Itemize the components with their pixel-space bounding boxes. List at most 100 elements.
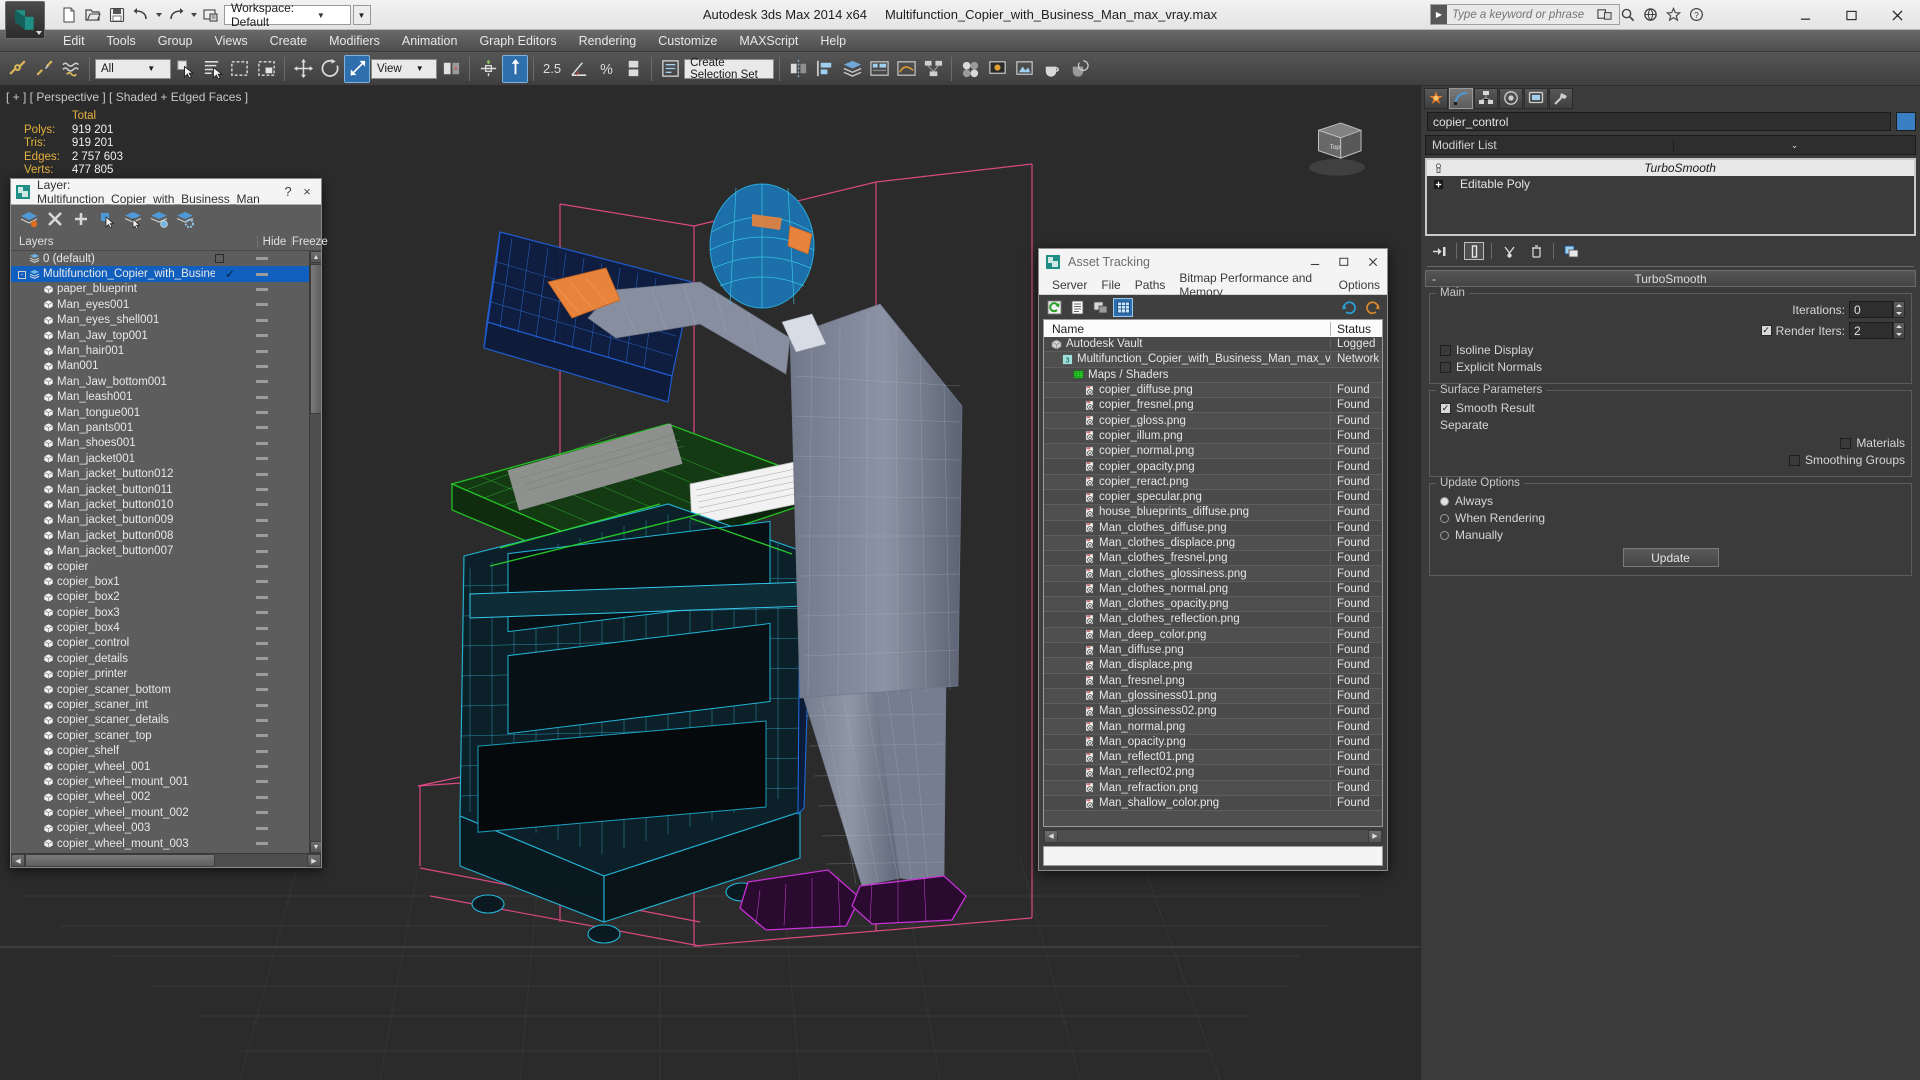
layer-properties-button[interactable]: [175, 209, 195, 229]
layer-hide-cell[interactable]: [245, 611, 279, 615]
maximize-button[interactable]: [1828, 0, 1874, 30]
layer-hide-cell[interactable]: [245, 503, 279, 507]
hscroll-track[interactable]: [1058, 830, 1368, 843]
layer-manager-button[interactable]: [839, 55, 865, 83]
communication-center-icon[interactable]: [1595, 5, 1613, 23]
asset-row[interactable]: Man_clothes_displace.png Found: [1044, 535, 1382, 552]
layer-row[interactable]: Man_hair001: [11, 343, 309, 358]
menu-item-modifiers[interactable]: Modifiers: [318, 30, 391, 52]
select-and-move-button[interactable]: [290, 55, 316, 83]
menu-item-help[interactable]: Help: [809, 30, 857, 52]
asset-row[interactable]: 3 Multifunction_Copier_with_Business_Man_…: [1044, 352, 1382, 368]
layer-row[interactable]: copier_scaner_bottom: [11, 682, 309, 697]
asset-row[interactable]: Man_reflect01.png Found: [1044, 750, 1382, 766]
layer-row[interactable]: Man_jacket_button011: [11, 482, 309, 497]
modifier-stack-row[interactable]: TurboSmooth: [1427, 160, 1914, 176]
layer-row[interactable]: Man_eyes_shell001: [11, 313, 309, 328]
smooth-result-checkbox[interactable]: ✓: [1440, 402, 1451, 414]
layer-row[interactable]: Man_jacket_button012: [11, 466, 309, 481]
table-view-button[interactable]: [1113, 297, 1133, 317]
asset-row[interactable]: Man_normal.png Found: [1044, 719, 1382, 735]
window-crossing-toggle-button[interactable]: [253, 55, 279, 83]
layer-row[interactable]: Man_pants001: [11, 420, 309, 435]
vscroll-thumb[interactable]: [310, 264, 321, 414]
asset-menu-file[interactable]: File: [1094, 278, 1127, 292]
layer-hide-cell[interactable]: [245, 395, 279, 399]
hscroll-track[interactable]: [25, 854, 307, 867]
layer-hide-cell[interactable]: [245, 488, 279, 492]
layer-dialog-close-button[interactable]: ×: [297, 184, 317, 199]
asset-maximize-button[interactable]: [1329, 249, 1358, 275]
search-box[interactable]: ▶: [1430, 4, 1620, 25]
asset-row[interactable]: Man_clothes_glossiness.png Found: [1044, 566, 1382, 582]
layer-hide-cell[interactable]: [245, 257, 279, 261]
tab-display[interactable]: [1524, 87, 1548, 109]
layer-hide-cell[interactable]: [245, 826, 279, 830]
search-icon[interactable]: [1618, 5, 1636, 23]
layer-hide-cell[interactable]: [245, 334, 279, 338]
layer-hide-cell[interactable]: [245, 780, 279, 784]
update-manually-row[interactable]: Manually: [1440, 528, 1905, 542]
asset-row[interactable]: Man_clothes_normal.png Found: [1044, 581, 1382, 598]
workspace-combo[interactable]: Workspace: Default ▼: [224, 1, 351, 29]
layer-hide-cell[interactable]: [245, 303, 279, 307]
create-new-layer-button[interactable]: [19, 209, 39, 229]
layer-list-body[interactable]: 0 (default) - Multifunction_Copier_with_Bu…: [11, 251, 321, 853]
delete-layer-button[interactable]: [45, 209, 65, 229]
asset-row[interactable]: house_blueprints_diffuse.png Found: [1044, 505, 1382, 521]
asset-row[interactable]: copier_reract.png Found: [1044, 474, 1382, 490]
layer-row[interactable]: copier_wheel_001: [11, 759, 309, 774]
layer-hide-cell[interactable]: [245, 595, 279, 599]
redo-history-caret-icon[interactable]: [189, 4, 198, 26]
asset-row[interactable]: Man_refraction.png Found: [1044, 780, 1382, 796]
pin-stack-button[interactable]: [1429, 242, 1449, 260]
select-and-manipulate-button[interactable]: [502, 54, 528, 83]
asset-row[interactable]: Man_reflect02.png Found: [1044, 765, 1382, 781]
align-button[interactable]: [812, 55, 838, 83]
edit-named-selection-sets-button[interactable]: [657, 55, 683, 83]
layer-row[interactable]: copier_wheel_mount_001: [11, 774, 309, 789]
layer-row[interactable]: copier_scaner_int: [11, 697, 309, 712]
layer-row[interactable]: Man_Jaw_top001: [11, 328, 309, 343]
layer-hide-cell[interactable]: [245, 441, 279, 445]
layer-hide-cell[interactable]: [245, 672, 279, 676]
set-project-folder-button[interactable]: [200, 4, 222, 26]
render-setup-button[interactable]: [984, 55, 1010, 83]
angle-snap-toggle-button[interactable]: [566, 55, 592, 83]
named-selection-set-combo[interactable]: Create Selection Set: [684, 57, 775, 81]
check-out-button[interactable]: [1362, 298, 1382, 317]
menu-item-edit[interactable]: Edit: [52, 30, 96, 52]
layer-explorer-dialog[interactable]: Layer: Multifunction_Copier_with_Busines…: [10, 178, 328, 868]
render-iters-checkbox[interactable]: ✓: [1760, 325, 1772, 336]
iterations-spinner-arrows[interactable]: [1893, 301, 1905, 318]
update-manually-radio[interactable]: [1440, 530, 1449, 540]
asset-row[interactable]: Man_clothes_fresnel.png Found: [1044, 551, 1382, 567]
object-name-input[interactable]: [1427, 112, 1891, 131]
isoline-display-checkbox[interactable]: [1440, 344, 1451, 356]
layer-row[interactable]: paper_blueprint: [11, 282, 309, 297]
asset-row[interactable]: Autodesk Vault Logged: [1044, 337, 1382, 353]
asset-row[interactable]: Man_displace.png Found: [1044, 658, 1382, 674]
undo-history-caret-icon[interactable]: [154, 4, 163, 26]
favorites-star-icon[interactable]: [1664, 5, 1682, 23]
scroll-left-arrow-icon[interactable]: ◀: [1044, 829, 1058, 843]
new-file-button[interactable]: [58, 4, 80, 26]
spinner-snap-toggle-button[interactable]: [620, 55, 646, 83]
layer-hide-cell[interactable]: [245, 749, 279, 753]
select-objects-in-layer-button[interactable]: [97, 209, 117, 229]
menu-item-group[interactable]: Group: [147, 30, 204, 52]
layer-row[interactable]: Man_eyes001: [11, 297, 309, 312]
smooth-result-row[interactable]: ✓ Smooth Result: [1440, 401, 1905, 415]
rectangular-selection-region-button[interactable]: [226, 55, 252, 83]
unlink-selection-button[interactable]: [31, 55, 57, 83]
layer-row[interactable]: copier_details: [11, 651, 309, 666]
asset-row[interactable]: Man_diffuse.png Found: [1044, 642, 1382, 659]
layer-hide-cell[interactable]: [245, 549, 279, 553]
close-button[interactable]: [1874, 0, 1920, 30]
asset-row[interactable]: copier_specular.png Found: [1044, 489, 1382, 506]
tab-hierarchy[interactable]: [1474, 87, 1498, 109]
tab-motion[interactable]: [1499, 87, 1523, 109]
select-and-rotate-button[interactable]: [317, 55, 343, 83]
layer-row[interactable]: 0 (default): [11, 251, 309, 266]
layer-hide-cell[interactable]: [245, 734, 279, 738]
